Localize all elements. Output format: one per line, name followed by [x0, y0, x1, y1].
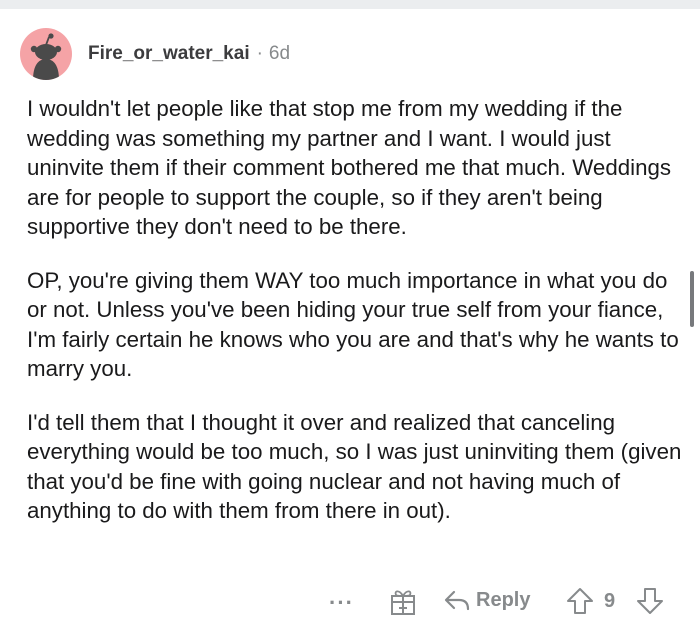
- downvote-button[interactable]: [636, 587, 664, 615]
- comment-paragraph: I wouldn't let people like that stop me …: [27, 96, 672, 239]
- vote-score: 9: [604, 590, 616, 612]
- reply-arrow-icon: [444, 590, 470, 611]
- upvote-button[interactable]: [566, 587, 594, 615]
- award-gift-icon: [391, 590, 415, 615]
- avatar[interactable]: [20, 28, 72, 80]
- snoo-avatar-icon: [30, 33, 62, 80]
- comment-paragraph: OP, you're giving them WAY too much impo…: [27, 267, 679, 382]
- upvote-arrow-icon: [567, 588, 593, 614]
- reply-button[interactable]: Reply: [444, 587, 530, 613]
- more-options-button[interactable]: ···: [329, 590, 354, 616]
- reply-label: Reply: [476, 588, 531, 611]
- comment-actions: ··· Reply 9: [0, 584, 700, 620]
- top-divider: [0, 0, 700, 9]
- comment-header: Fire_or_water_kai · 6d: [20, 28, 290, 80]
- comment-body: I wouldn't let people like that stop me …: [27, 94, 687, 550]
- username[interactable]: Fire_or_water_kai: [88, 43, 250, 65]
- downvote-arrow-icon: [637, 588, 663, 614]
- award-button[interactable]: [389, 586, 417, 616]
- scrollbar-thumb[interactable]: [690, 271, 694, 327]
- meta-separator: ·: [256, 43, 263, 64]
- author-line: Fire_or_water_kai · 6d: [88, 43, 290, 65]
- comment-age: 6d: [268, 43, 291, 64]
- comment-paragraph: I'd tell them that I thought it over and…: [27, 409, 682, 524]
